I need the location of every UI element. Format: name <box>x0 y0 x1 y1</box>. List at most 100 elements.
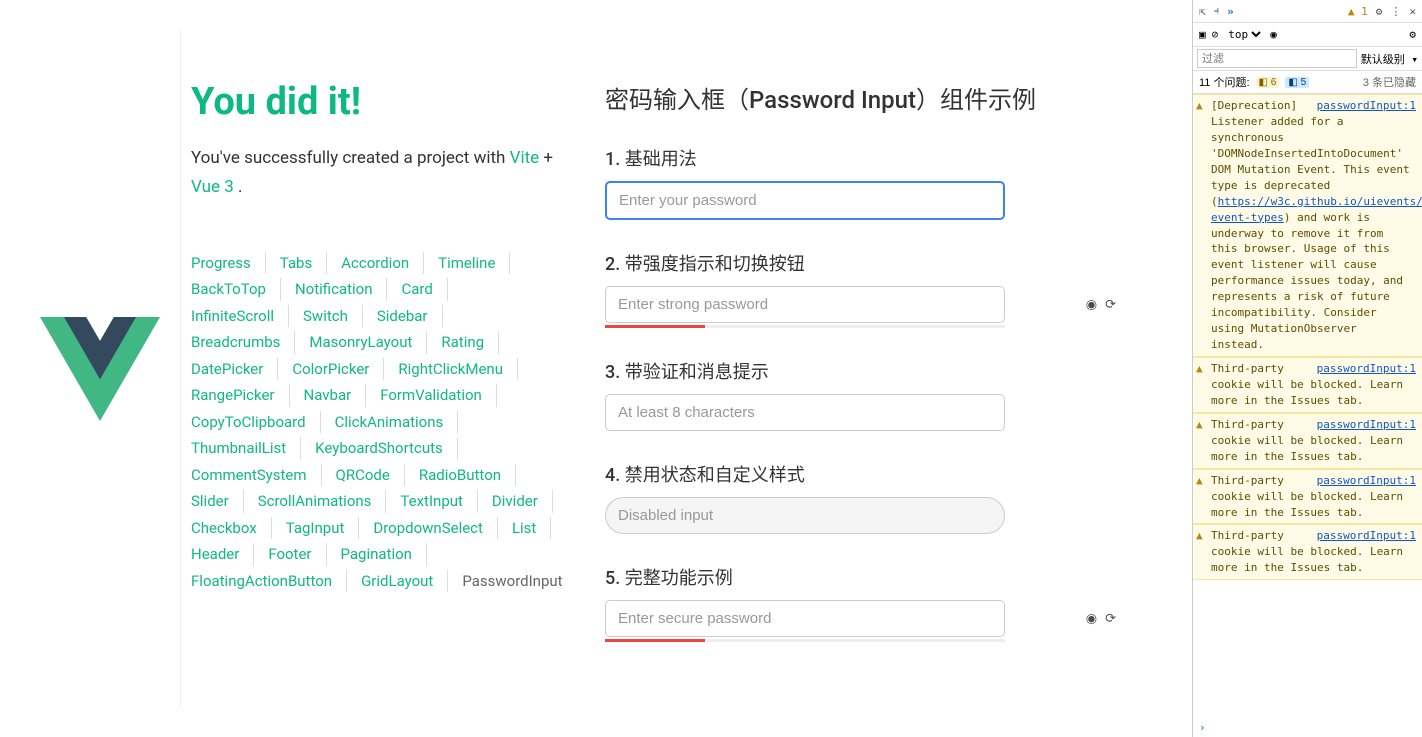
hidden-count-label[interactable]: 3 条已隐藏 <box>1363 74 1416 90</box>
nav-link-header[interactable]: Header <box>191 543 254 566</box>
deprecation-link[interactable]: https://w3c.github.io/uievents/#legacy-e… <box>1211 195 1422 224</box>
password-input <box>605 497 1005 534</box>
nav-link-dropdownselect[interactable]: DropdownSelect <box>373 517 498 540</box>
vue-link[interactable]: Vue 3 <box>191 177 234 197</box>
strength-fill <box>605 639 705 642</box>
nav-link-switch[interactable]: Switch <box>303 305 363 328</box>
console-prompt-icon[interactable]: › <box>1193 718 1422 737</box>
sidebar-toggle-icon[interactable]: ▣ <box>1199 28 1206 41</box>
nav-link-list[interactable]: List <box>512 517 551 540</box>
source-link[interactable]: passwordInput:1 <box>1317 362 1416 375</box>
console-warning-message[interactable]: ▲Third-party passwordInput:1cookie will … <box>1193 413 1422 469</box>
section-label: 3. 带验证和消息提示 <box>605 358 1130 384</box>
issues-badge-2[interactable]: ◧ 5 <box>1285 77 1309 88</box>
hero-subtitle: You've successfully created a project wi… <box>191 144 570 202</box>
nav-link-colorpicker[interactable]: ColorPicker <box>292 358 384 381</box>
warning-icon: ▲ <box>1196 417 1203 433</box>
nav-links: Progress Tabs Accordion Timeline BackToTop No… <box>191 252 570 597</box>
nav-link-timeline[interactable]: Timeline <box>438 252 510 275</box>
warning-icon: ▲ <box>1196 361 1203 377</box>
nav-link-checkbox[interactable]: Checkbox <box>191 517 272 540</box>
nav-link-thumbnaillist[interactable]: ThumbnailList <box>191 437 301 460</box>
strength-bar <box>605 325 1005 328</box>
section-label: 5. 完整功能示例 <box>605 564 1130 590</box>
vue-logo-icon <box>40 317 160 421</box>
more-tabs-icon[interactable]: » <box>1227 5 1234 18</box>
strength-bar <box>605 639 1005 642</box>
nav-link-pagination[interactable]: Pagination <box>341 543 427 566</box>
close-icon[interactable]: ✕ <box>1409 5 1416 18</box>
source-link[interactable]: passwordInput:1 <box>1317 474 1416 487</box>
source-link[interactable]: passwordInput:1 <box>1317 418 1416 431</box>
section-label: 4. 禁用状态和自定义样式 <box>605 461 1130 487</box>
console-warning-message[interactable]: ▲Third-party passwordInput:1cookie will … <box>1193 469 1422 525</box>
context-select[interactable]: top <box>1224 27 1264 42</box>
nav-link-accordion[interactable]: Accordion <box>341 252 424 275</box>
password-input[interactable] <box>605 286 1005 323</box>
nav-link-gridlayout[interactable]: GridLayout <box>361 570 448 593</box>
nav-link-slider[interactable]: Slider <box>191 490 244 513</box>
nav-link-notification[interactable]: Notification <box>295 278 388 301</box>
console-filter-input[interactable] <box>1197 49 1357 68</box>
nav-link-formvalidation[interactable]: FormValidation <box>380 384 497 407</box>
warning-icon: ▲ <box>1196 528 1203 544</box>
warning-icon: ▲ <box>1196 98 1203 114</box>
nav-link-progress[interactable]: Progress <box>191 252 266 275</box>
panel-title: 密码输入框（Password Input）组件示例 <box>605 80 1130 115</box>
nav-link-navbar[interactable]: Navbar <box>304 384 367 407</box>
warning-icon[interactable]: ▲ 1 <box>1348 5 1368 18</box>
nav-link-masonrylayout[interactable]: MasonryLayout <box>309 331 427 354</box>
nav-link-copytoclipboard[interactable]: CopyToClipboard <box>191 411 321 434</box>
source-link[interactable]: passwordInput:1 <box>1317 529 1416 542</box>
gear-icon[interactable]: ⚙ <box>1376 5 1383 18</box>
nav-link-radiobutton[interactable]: RadioButton <box>419 464 516 487</box>
nav-link-datepicker[interactable]: DatePicker <box>191 358 278 381</box>
console-warning-message[interactable]: ▲Third-party passwordInput:1cookie will … <box>1193 357 1422 413</box>
toggle-visibility-icon[interactable]: ◉ <box>1086 611 1097 626</box>
eye-icon[interactable]: ◉ <box>1270 28 1277 41</box>
nav-link-infinitescroll[interactable]: InfiniteScroll <box>191 305 289 328</box>
nav-link-scrollanimations[interactable]: ScrollAnimations <box>258 490 387 513</box>
nav-link-rightclickmenu[interactable]: RightClickMenu <box>398 358 518 381</box>
nav-link-sidebar[interactable]: Sidebar <box>377 305 443 328</box>
nav-link-qrcode[interactable]: QRCode <box>336 464 405 487</box>
more-icon[interactable]: ⋮ <box>1390 5 1401 18</box>
vite-link[interactable]: Vite <box>510 148 540 168</box>
nav-link-textinput[interactable]: TextInput <box>400 490 478 513</box>
devtools-toolbar: ⇱ ⫞ » ▲ 1 ⚙ ⋮ ✕ <box>1193 0 1422 23</box>
device-toggle-icon[interactable]: ⫞ <box>1214 4 1220 18</box>
nav-link-taginput[interactable]: TagInput <box>286 517 360 540</box>
nav-link-card[interactable]: Card <box>401 278 447 301</box>
generate-password-icon[interactable]: ⟳ <box>1105 611 1116 626</box>
nav-link-divider[interactable]: Divider <box>492 490 553 513</box>
nav-link-footer[interactable]: Footer <box>268 543 326 566</box>
warning-icon: ▲ <box>1196 473 1203 489</box>
console-warning-message[interactable]: ▲passwordInput:1[Deprecation] Listener a… <box>1193 94 1422 357</box>
nav-link-floatingactionbutton[interactable]: FloatingActionButton <box>191 570 347 593</box>
section-label: 1. 基础用法 <box>605 145 1130 171</box>
nav-link-rangepicker[interactable]: RangePicker <box>191 384 290 407</box>
nav-link-keyboardshortcuts[interactable]: KeyboardShortcuts <box>315 437 458 460</box>
console-gear-icon[interactable]: ⚙ <box>1409 28 1416 41</box>
nav-link-commentsystem[interactable]: CommentSystem <box>191 464 322 487</box>
toggle-visibility-icon[interactable]: ◉ <box>1086 297 1097 312</box>
issues-badge-1[interactable]: ◧ 6 <box>1256 77 1280 88</box>
strength-fill <box>605 325 705 328</box>
password-input[interactable] <box>605 600 1005 637</box>
nav-link-breadcrumbs[interactable]: Breadcrumbs <box>191 331 295 354</box>
console-warning-message[interactable]: ▲Third-party passwordInput:1cookie will … <box>1193 524 1422 580</box>
section-label: 2. 带强度指示和切换按钮 <box>605 250 1130 276</box>
nav-link-rating[interactable]: Rating <box>441 331 499 354</box>
nav-link-backtotop[interactable]: BackToTop <box>191 278 281 301</box>
nav-link-clickanimations[interactable]: ClickAnimations <box>335 411 459 434</box>
issues-count-label[interactable]: 11 个问题: <box>1199 74 1250 90</box>
password-input[interactable] <box>605 394 1005 431</box>
source-link[interactable]: passwordInput:1 <box>1317 99 1416 112</box>
inspect-element-icon[interactable]: ⇱ <box>1199 5 1206 18</box>
nav-current: PasswordInput <box>462 570 562 597</box>
log-level-select[interactable]: 默认级别 ▾ <box>1361 51 1418 67</box>
clear-console-icon[interactable]: ⊘ <box>1212 28 1219 41</box>
password-input[interactable] <box>605 181 1005 220</box>
generate-password-icon[interactable]: ⟳ <box>1105 297 1116 312</box>
nav-link-tabs[interactable]: Tabs <box>280 252 327 275</box>
